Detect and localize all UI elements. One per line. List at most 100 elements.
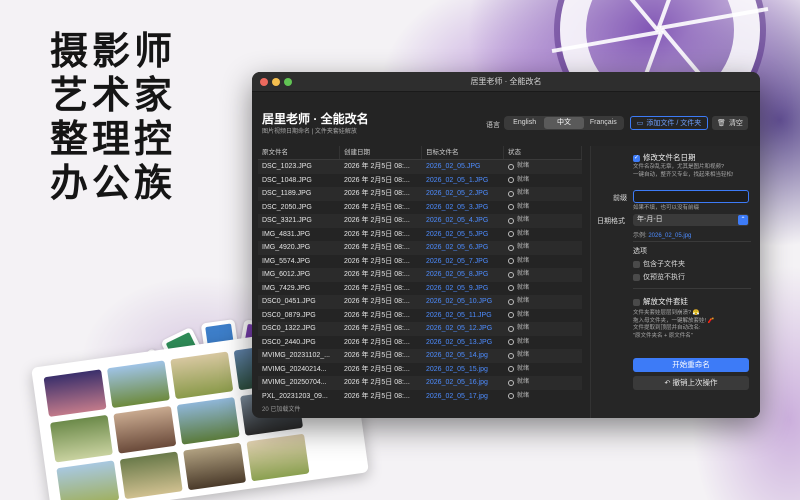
status-cell: 就绪 <box>504 228 582 242</box>
target-filename: 2026_02_05_10.JPG <box>426 298 493 305</box>
example-filename: 示例: 2026_02_05.jpg <box>633 230 691 239</box>
unnest-description: 文件夹套娃层层到崩溃? 😤 拖入母文件夹，一键解放套娃! 🧨 文件提取到顶层并自… <box>633 310 715 339</box>
original-filename: DSC_1189.JPG <box>262 190 312 197</box>
example-value: 2026_02_05.jpg <box>648 233 692 239</box>
original-filename: DSC_1023.JPG <box>262 163 312 170</box>
original-filename: DSC0_0451.JPG <box>262 298 316 305</box>
start-rename-button[interactable]: 开始重命名 <box>633 358 749 372</box>
column-header-created-date[interactable]: 创建日期 <box>340 146 422 159</box>
date-rename-description: 文件名杂乱无章，尤其是图片和视频? 一键自动，整齐又专业，找起来相当轻松! <box>633 164 734 178</box>
unnest-toggle[interactable]: 解放文件套娃 <box>633 296 688 307</box>
table-row[interactable]: IMG_7429.JPG 2026 年 2月5日 08:... 2026_02_05… <box>258 282 582 296</box>
original-filename: MVIMG_20231102_... <box>262 352 330 359</box>
created-date: 2026 年 2月5日 08:... <box>344 284 410 292</box>
target-filename: 2026_02_05_9.JPG <box>426 284 489 292</box>
prefix-input[interactable] <box>633 190 749 203</box>
options-label: 选项 <box>633 248 647 255</box>
slogan-line: 艺术家 <box>50 75 177 117</box>
table-row[interactable]: IMG_6012.JPG 2026 年 2月5日 08:... 2026_02_05… <box>258 268 582 282</box>
window-title: 居里老师 · 全能改名 <box>470 77 542 86</box>
prefix-hint: 如果不填，也可以没有前缀 <box>633 205 700 211</box>
created-date: 2026 年 2月5日 08:... <box>344 203 410 211</box>
original-filename: MVIMG_20250704... <box>262 379 327 386</box>
status-cell: 就绪 <box>504 295 582 309</box>
date-rename-toggle[interactable]: ✓ 修改文件名日期 <box>633 152 696 163</box>
table-row[interactable]: DSC_2050.JPG 2026 年 2月5日 08:... 2026_02_05… <box>258 201 582 215</box>
status-cell: 就绪 <box>504 187 582 201</box>
target-filename: 2026_02_05_1.JPG <box>426 176 489 184</box>
status-cell: 就绪 <box>504 268 582 282</box>
table-row[interactable]: PXL_20231203_09... 2026 年 2月5日 08:... 2026… <box>258 390 582 404</box>
created-date: 2026 年 2月5日 08:... <box>344 163 410 170</box>
status-text: 就绪 <box>517 365 530 372</box>
status-cell: 就绪 <box>504 201 582 215</box>
language-option-english[interactable]: English <box>505 117 544 129</box>
table-row[interactable]: DSC_1048.JPG 2026 年 2月5日 08:... 2026_02_05… <box>258 174 582 188</box>
target-filename: 2026_02_05_16.jpg <box>426 379 488 386</box>
table-row[interactable]: IMG_4831.JPG 2026 年 2月5日 08:... 2026_02_05… <box>258 228 582 242</box>
table-row[interactable]: DSC0_0451.JPG 2026 年 2月5日 08:... 2026_02_0… <box>258 295 582 309</box>
checkbox-unchecked-icon <box>633 260 640 268</box>
table-row[interactable]: DSC0_2440.JPG 2026 年 2月5日 08:... 2026_02_0… <box>258 336 582 350</box>
table-row[interactable]: MVIMG_20231102_... 2026 年 2月5日 08:... 2026… <box>258 349 582 363</box>
status-circle-icon <box>508 285 514 292</box>
status-circle-icon <box>508 271 514 278</box>
table-row[interactable]: MVIMG_20250704... 2026 年 2月5日 08:... 2026_… <box>258 376 582 390</box>
status-text: 就绪 <box>517 338 530 345</box>
window-titlebar: 居里老师 · 全能改名 <box>252 72 760 92</box>
undo-button[interactable]: ↶ 撤销上次操作 <box>633 376 749 390</box>
original-filename: IMG_4920.JPG <box>262 244 311 251</box>
created-date: 2026 年 2月5日 08:... <box>344 379 410 386</box>
target-filename: 2026_02_05_11.JPG <box>426 311 492 319</box>
add-files-button[interactable]: ▭ 添加文件 / 文件夹 <box>630 116 708 130</box>
status-text: 就绪 <box>517 163 530 169</box>
status-circle-icon <box>508 231 514 238</box>
original-filename: DSC_1048.JPG <box>262 176 312 184</box>
status-cell: 就绪 <box>504 160 582 174</box>
slogan-line: 整理控 <box>50 119 177 161</box>
checkbox-checked-icon: ✓ <box>633 154 640 162</box>
date-format-select[interactable]: 年-月-日 ⌃ <box>633 214 749 226</box>
status-circle-icon <box>508 312 514 319</box>
original-filename: DSC_2050.JPG <box>262 203 312 211</box>
table-row[interactable]: IMG_4920.JPG 2026 年 2月5日 08:... 2026_02_05… <box>258 241 582 255</box>
language-option-chinese[interactable]: 中文 <box>544 117 584 129</box>
undo-icon: ↶ <box>664 380 671 387</box>
original-filename: MVIMG_20240214... <box>262 365 327 373</box>
slogan-line: 办公族 <box>50 163 177 205</box>
created-date: 2026 年 2月5日 08:... <box>344 298 410 305</box>
status-cell: 就绪 <box>504 309 582 323</box>
created-date: 2026 年 2月5日 08:... <box>344 325 410 332</box>
table-row[interactable]: MVIMG_20240214... 2026 年 2月5日 08:... 2026_… <box>258 363 582 377</box>
table-row[interactable]: DSC_1189.JPG 2026 年 2月5日 08:... 2026_02_05… <box>258 187 582 201</box>
divider <box>633 241 751 242</box>
target-filename: 2026_02_05_2.JPG <box>426 190 489 197</box>
include-subfolders-label: 包含子文件夹 <box>643 261 685 268</box>
column-header-target-name[interactable]: 目标文件名 <box>422 146 504 159</box>
table-row[interactable]: DSC0_0879.JPG 2026 年 2月5日 08:... 2026_02_0… <box>258 309 582 323</box>
status-circle-icon <box>508 393 514 400</box>
status-cell: 就绪 <box>504 255 582 269</box>
original-filename: IMG_4831.JPG <box>262 230 311 238</box>
language-option-french[interactable]: Français <box>584 117 623 129</box>
table-body: DSC_1023.JPG 2026 年 2月5日 08:... 2026_02_05… <box>258 160 582 403</box>
column-header-original-name[interactable]: 原文件名 <box>258 146 340 159</box>
language-label: 语言 <box>486 122 500 129</box>
app-header: 居里老师 · 全能改名 图片视频日期命名 | 文件夹套娃解放 语言 Englis… <box>252 92 760 146</box>
table-row[interactable]: DSC0_1322.JPG 2026 年 2月5日 08:... 2026_02_0… <box>258 322 582 336</box>
status-text: 就绪 <box>517 325 530 331</box>
promo-slogan: 摄影师 艺术家 整理控 办公族 <box>50 30 176 206</box>
status-circle-icon <box>508 366 514 373</box>
table-row[interactable]: DSC_3321.JPG 2026 年 2月5日 08:... 2026_02_05… <box>258 214 582 228</box>
table-row[interactable]: IMG_5574.JPG 2026 年 2月5日 08:... 2026_02_05… <box>258 255 582 269</box>
column-header-status[interactable]: 状态 <box>504 146 582 159</box>
target-filename: 2026_02_05_17.jpg <box>426 392 488 400</box>
created-date: 2026 年 2月5日 08:... <box>344 338 410 346</box>
file-count: 20 已加载文件 <box>262 407 301 413</box>
table-row[interactable]: DSC_1023.JPG 2026 年 2月5日 08:... 2026_02_05… <box>258 160 582 174</box>
date-format-label: 日期格式 <box>597 218 625 225</box>
app-title: 居里老师 · 全能改名 <box>262 112 369 126</box>
include-subfolders-option[interactable]: 包含子文件夹 <box>633 259 685 269</box>
clear-button[interactable]: 🗑 清空 <box>712 116 748 130</box>
preview-only-option[interactable]: 仅预览不执行 <box>633 272 685 282</box>
